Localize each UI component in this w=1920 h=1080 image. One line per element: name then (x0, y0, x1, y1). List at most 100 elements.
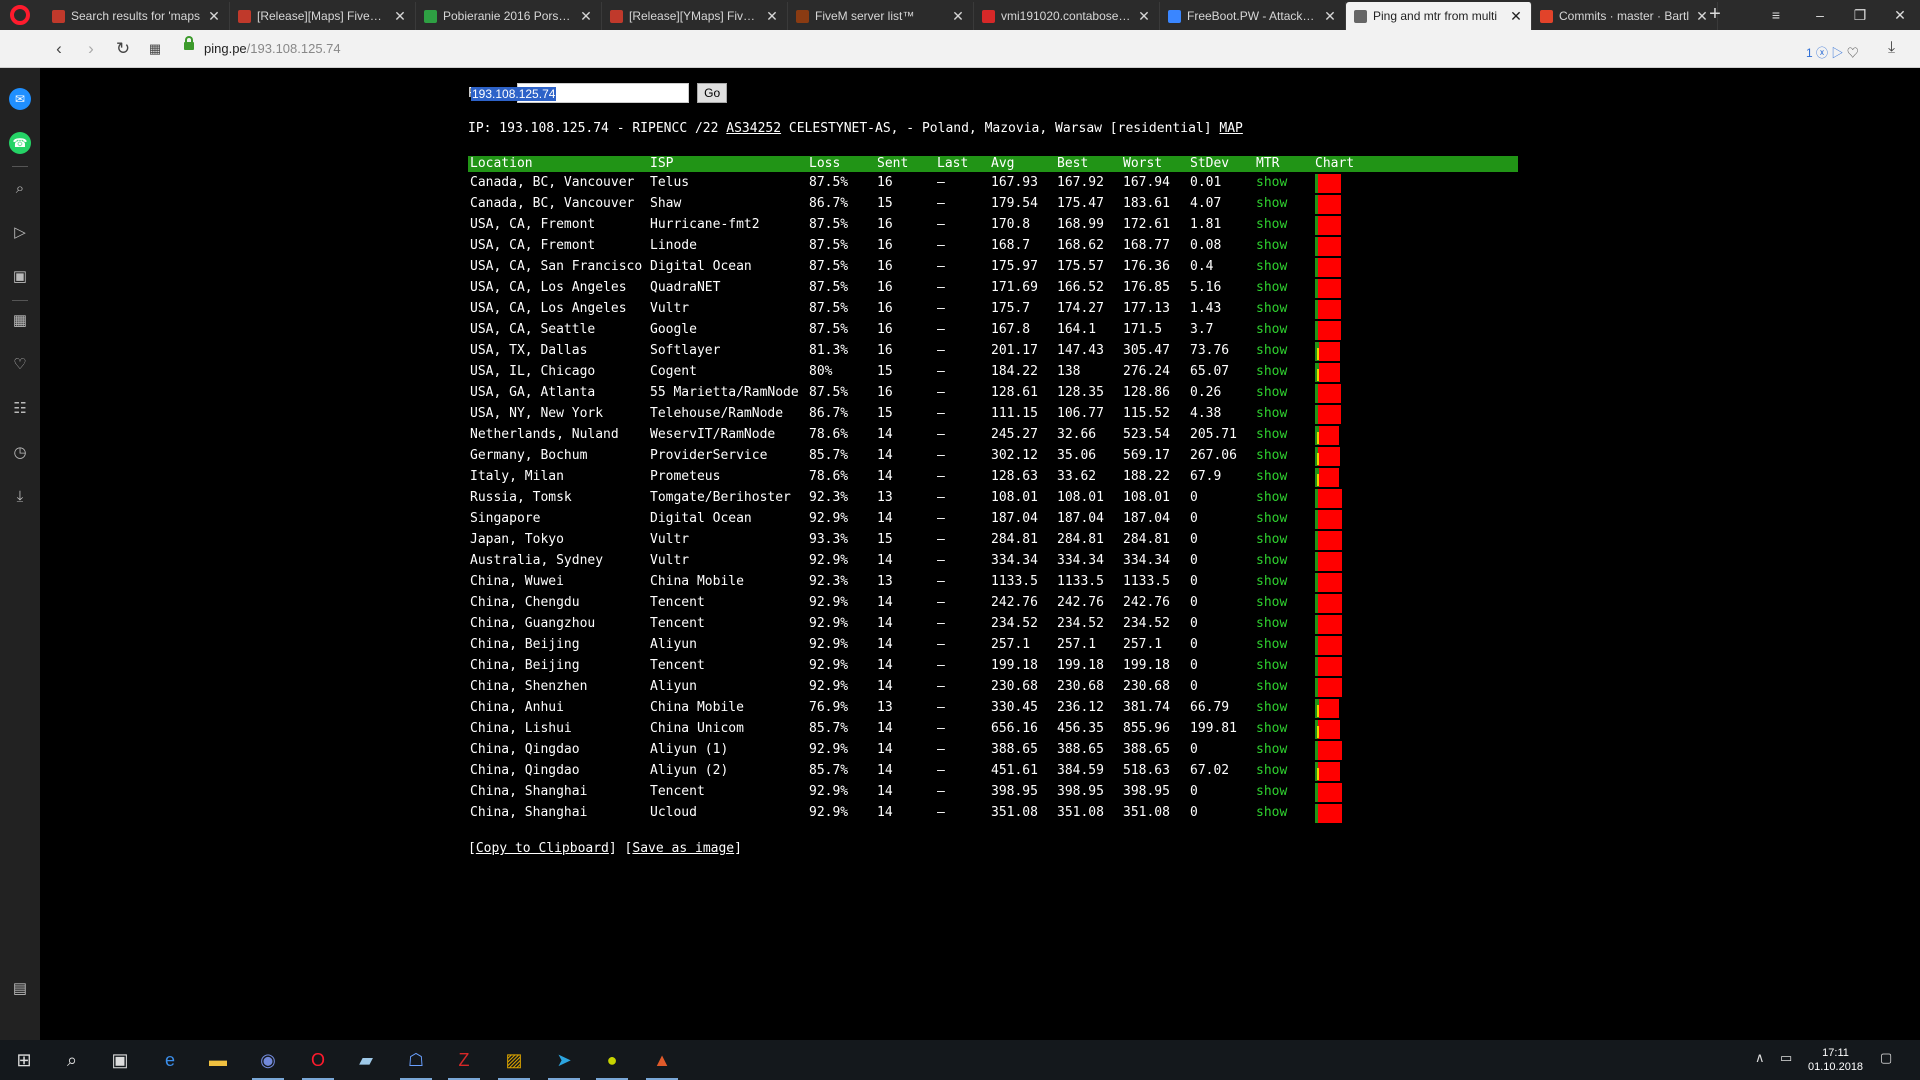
opera-taskbar-icon[interactable]: O (298, 1045, 338, 1080)
edge-icon[interactable]: e (150, 1045, 190, 1075)
mtr-show-link[interactable]: show (1254, 445, 1313, 466)
browser-tab[interactable]: Commits · master · Bartl ✕ (1532, 2, 1718, 30)
mtr-show-link[interactable]: show (1254, 760, 1313, 781)
network-app-icon[interactable]: ☖ (396, 1045, 436, 1080)
new-tab-button[interactable]: + (1704, 4, 1726, 26)
tray-network-icon[interactable]: ▭ (1780, 1050, 1792, 1066)
mtr-show-link[interactable]: show (1254, 382, 1313, 403)
mtr-show-link[interactable]: show (1254, 403, 1313, 424)
bookmark-heart-icon[interactable]: ♡ (1847, 46, 1859, 60)
taskbar-search-icon[interactable]: ⌕ (52, 1045, 92, 1075)
mtr-show-link[interactable]: show (1254, 214, 1313, 235)
speed-dial-icon[interactable]: ▦ (144, 39, 166, 59)
search-icon[interactable]: ⌕ (9, 178, 31, 200)
tab-close-icon[interactable]: ✕ (765, 8, 779, 25)
mtr-show-link[interactable]: show (1254, 424, 1313, 445)
tracker-block-icon[interactable]: ⓧ (1816, 46, 1828, 60)
mtr-show-link[interactable]: show (1254, 256, 1313, 277)
mtr-show-link[interactable]: show (1254, 571, 1313, 592)
save-as-image-link[interactable]: Save as image (632, 841, 734, 856)
bookmarks-heart-icon[interactable]: ♡ (9, 354, 31, 376)
history-clock-icon[interactable]: ◷ (9, 442, 31, 464)
telegram-icon[interactable]: ➤ (544, 1045, 584, 1080)
notepad-icon[interactable]: ▰ (346, 1045, 386, 1075)
mtr-show-link[interactable]: show (1254, 298, 1313, 319)
hs-app-icon[interactable]: ● (592, 1045, 632, 1080)
mtr-show-link[interactable]: show (1254, 277, 1313, 298)
mtr-show-link[interactable]: show (1254, 655, 1313, 676)
tab-menu-icon[interactable]: ≡ (1756, 0, 1796, 30)
ping-input[interactable] (517, 83, 690, 103)
mtr-show-link[interactable]: show (1254, 172, 1313, 193)
news-icon[interactable]: ☷ (9, 398, 31, 420)
tracker-badge[interactable]: 1 (1806, 46, 1813, 60)
tab-close-icon[interactable]: ✕ (207, 8, 221, 25)
mtr-show-link[interactable]: show (1254, 529, 1313, 550)
mtr-show-link[interactable]: show (1254, 466, 1313, 487)
flow-send-icon[interactable]: ▷ (9, 222, 31, 244)
back-button[interactable]: ‹ (48, 39, 70, 59)
whatsapp-icon[interactable]: ☎ (9, 132, 31, 154)
mtr-show-link[interactable]: show (1254, 550, 1313, 571)
reload-button[interactable]: ↻ (112, 39, 134, 59)
mtr-show-link[interactable]: show (1254, 697, 1313, 718)
copy-to-clipboard-link[interactable]: Copy to Clipboard (476, 841, 609, 856)
minimize-button[interactable]: – (1800, 0, 1840, 30)
tab-close-icon[interactable]: ✕ (951, 8, 965, 25)
mtr-show-link[interactable]: show (1254, 487, 1313, 508)
notification-center-icon[interactable]: ▢ (1880, 1050, 1892, 1066)
snapshot-camera-icon[interactable]: ▣ (9, 266, 31, 288)
file-explorer-icon[interactable]: ▬ (198, 1045, 238, 1075)
go-button[interactable]: Go (697, 83, 728, 103)
close-window-button[interactable]: ✕ (1880, 0, 1920, 30)
maximize-button[interactable]: ❐ (1840, 0, 1880, 30)
fivem-icon[interactable]: ▲ (642, 1045, 682, 1080)
mtr-show-link[interactable]: show (1254, 739, 1313, 760)
browser-tab[interactable]: Search results for 'maps ✕ (44, 2, 230, 30)
url-field[interactable]: ping.pe/193.108.125.74 (174, 36, 1854, 62)
mtr-show-link[interactable]: show (1254, 592, 1313, 613)
discord-icon[interactable]: ◉ (248, 1045, 288, 1080)
send-icon[interactable]: ▷ (1831, 46, 1843, 60)
tab-close-icon[interactable]: ✕ (393, 8, 407, 25)
downloads-icon[interactable]: ⤓ (9, 486, 31, 508)
mtr-show-link[interactable]: show (1254, 718, 1313, 739)
messenger-icon[interactable]: ✉ (9, 88, 31, 110)
mtr-show-link[interactable]: show (1254, 613, 1313, 634)
mtr-show-link[interactable]: show (1254, 676, 1313, 697)
browser-tab[interactable]: Ping and mtr from multi ✕ (1346, 2, 1532, 30)
map-link[interactable]: MAP (1219, 121, 1242, 136)
filezilla-icon[interactable]: Z (444, 1045, 484, 1080)
tab-close-icon[interactable]: ✕ (579, 8, 593, 25)
mtr-show-link[interactable]: show (1254, 802, 1313, 823)
browser-tab[interactable]: [Release][YMaps] FiveM ✕ (602, 2, 788, 30)
taskbar-clock[interactable]: 17:11 01.10.2018 (1808, 1046, 1863, 1074)
start-windows-icon[interactable]: ⊞ (4, 1045, 44, 1075)
browser-tab[interactable]: [Release][Maps] FiveM C ✕ (230, 2, 416, 30)
mtr-show-link[interactable]: show (1254, 634, 1313, 655)
mtr-show-link[interactable]: show (1254, 319, 1313, 340)
opera-menu-icon[interactable] (10, 5, 30, 25)
mtr-show-link[interactable]: show (1254, 340, 1313, 361)
asn-link[interactable]: AS34252 (726, 121, 781, 136)
mtr-show-link[interactable]: show (1254, 361, 1313, 382)
task-view-icon[interactable]: ▣ (100, 1045, 140, 1075)
tab-close-icon[interactable]: ✕ (1509, 8, 1523, 25)
forward-button[interactable]: › (80, 39, 102, 59)
speed-dial-grid-icon[interactable]: ▦ (9, 310, 31, 332)
tray-chevron-icon[interactable]: ∧ (1755, 1050, 1765, 1066)
browser-tab[interactable]: Pobieranie 2016 Porsche ✕ (416, 2, 602, 30)
mtr-show-link[interactable]: show (1254, 781, 1313, 802)
browser-tab[interactable]: FiveM server list™ ✕ (788, 2, 974, 30)
winrar-icon[interactable]: ▨ (494, 1045, 534, 1080)
mtr-show-link[interactable]: show (1254, 193, 1313, 214)
browser-tab[interactable]: FreeBoot.PW - Attack Hu ✕ (1160, 2, 1346, 30)
mtr-show-link[interactable]: show (1254, 508, 1313, 529)
cell-isp: China Unicom (650, 721, 744, 736)
tab-close-icon[interactable]: ✕ (1323, 8, 1337, 25)
mtr-show-link[interactable]: show (1254, 235, 1313, 256)
browser-tab[interactable]: vmi191020.contaboserve ✕ (974, 2, 1160, 30)
download-icon[interactable]: ⤓ (1888, 39, 1895, 57)
sidebar-toggle-icon[interactable]: ▤ (9, 978, 31, 1000)
tab-close-icon[interactable]: ✕ (1137, 8, 1151, 25)
